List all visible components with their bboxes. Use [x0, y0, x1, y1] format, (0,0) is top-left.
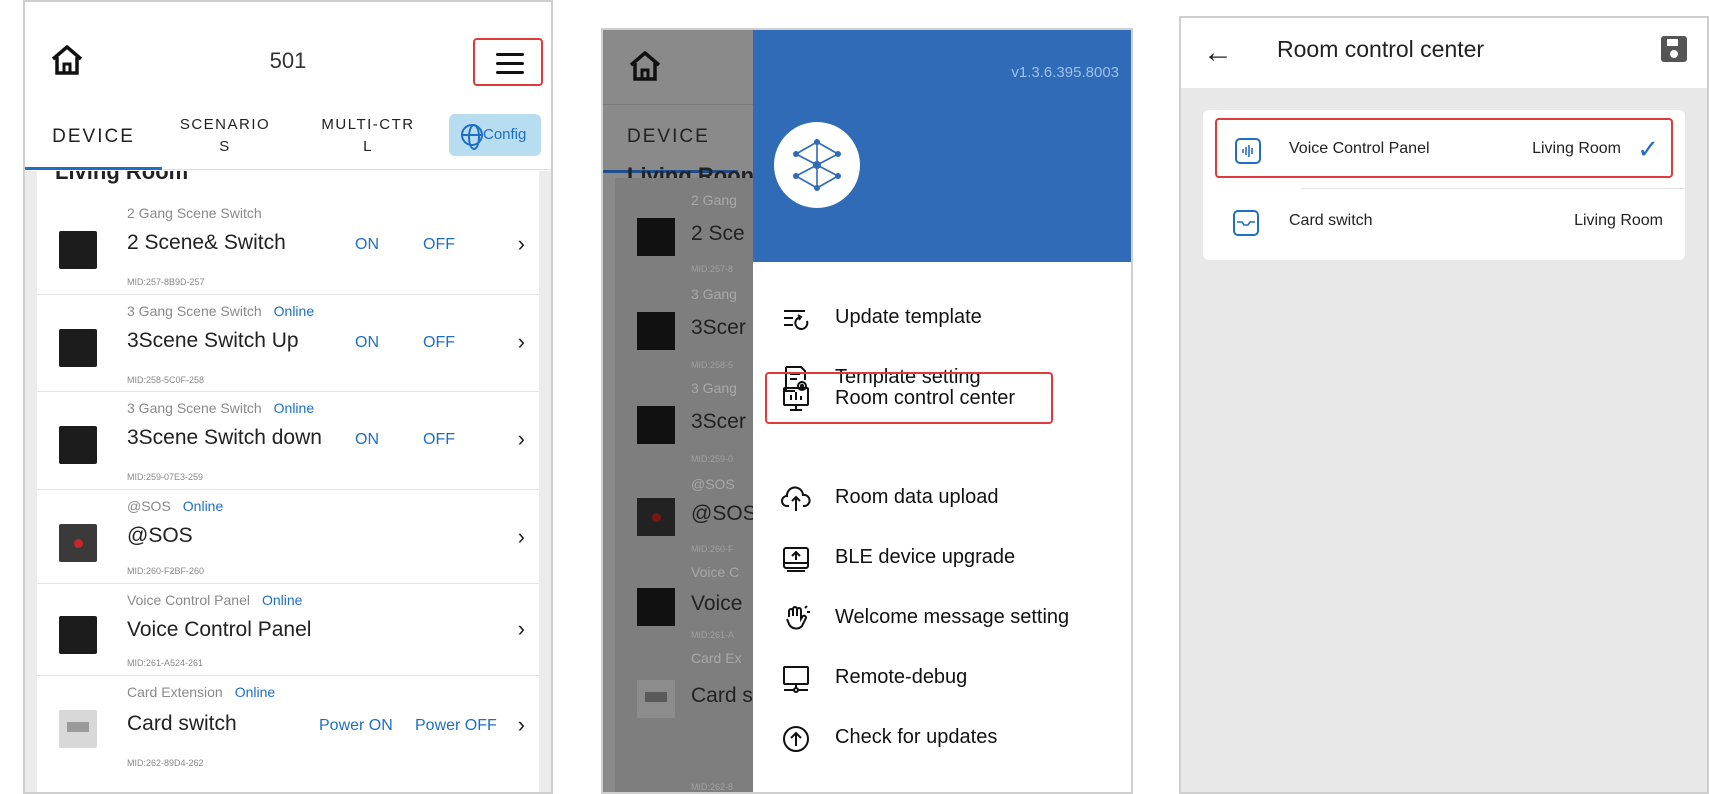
divider [1301, 188, 1685, 189]
menu-item-ble-device-upgrade[interactable]: BLE device upgrade [753, 528, 1131, 588]
menu-item-room-data-upload[interactable]: Room data upload [753, 468, 1131, 528]
app-logo [774, 122, 860, 208]
header: ← Room control center [1181, 18, 1707, 88]
chevron-right-icon[interactable]: › [518, 426, 525, 452]
online-status: Online [234, 684, 276, 700]
app-version: v1.3.6.395.8003 [1011, 64, 1119, 81]
welcome-hand-icon [786, 605, 810, 630]
device-name: Voice Control Panel [1289, 140, 1430, 157]
on-button[interactable]: ON [355, 236, 379, 254]
device-thumbnail [59, 426, 97, 464]
chevron-right-icon[interactable]: › [518, 329, 525, 355]
list-item-card-switch[interactable]: Card switch Living Room [1203, 190, 1685, 256]
save-icon[interactable] [1661, 36, 1687, 62]
device-row[interactable]: Card Extension Online Card switch MID:262… [37, 676, 539, 774]
page-title: Room control center [1277, 36, 1485, 62]
device-room-list: Voice Control Panel Living Room ✓ Card s… [1203, 110, 1685, 260]
room-control-icon [783, 387, 809, 411]
power-off-button[interactable]: Power OFF [415, 717, 497, 735]
on-button[interactable]: ON [355, 334, 379, 352]
online-status: Online [261, 592, 303, 608]
dimmed-background[interactable]: DEVICE Living Roon 2 Gang 2 Sce MID:257-… [603, 30, 757, 792]
room-control-center-screen: ← Room control center Voice Control Pane… [1179, 16, 1709, 794]
top-bar: 501 [25, 24, 551, 104]
device-row[interactable]: 3 Gang Scene Switch Online 3Scene Switch … [37, 392, 539, 490]
off-button[interactable]: OFF [423, 334, 455, 352]
menu-item-remote-debug[interactable]: Remote-debug [753, 648, 1131, 708]
voice-panel-icon [1235, 138, 1261, 164]
home-icon [629, 51, 661, 81]
menu-item-room-control-center[interactable]: Room control center [765, 372, 1053, 424]
card-switch-icon [1233, 210, 1259, 236]
network-logo-icon [793, 139, 841, 191]
tab-scenarios[interactable]: SCENARIO S [171, 104, 279, 170]
menu-button[interactable] [473, 38, 543, 86]
device-thumbnail [59, 710, 97, 748]
online-status: Online [273, 303, 315, 319]
device-thumbnail [59, 616, 97, 654]
device-list-screen: 501 DEVICE SCENARIO S MULTI-CTR L Config… [23, 0, 553, 794]
off-button[interactable]: OFF [423, 236, 455, 254]
room-name: Living Room [1574, 212, 1663, 229]
list-item-voice-control-panel[interactable]: Voice Control Panel Living Room ✓ [1215, 118, 1673, 178]
device-name: Card switch [1289, 212, 1373, 229]
off-button[interactable]: OFF [423, 431, 455, 449]
checkmark-icon: ✓ [1637, 134, 1659, 164]
device-thumbnail [59, 329, 97, 367]
back-arrow-icon[interactable]: ← [1203, 36, 1233, 70]
on-button[interactable]: ON [355, 431, 379, 449]
drawer-header: v1.3.6.395.8003 [753, 30, 1131, 262]
side-menu-screen: DEVICE Living Roon 2 Gang 2 Sce MID:257-… [601, 28, 1133, 794]
menu-item-welcome-message-setting[interactable]: Welcome message setting [753, 588, 1131, 648]
menu-item-update-template[interactable]: Update template [753, 288, 1131, 348]
section-header: Living Room [55, 171, 189, 184]
power-on-button[interactable]: Power ON [319, 717, 393, 735]
device-row[interactable]: 2 Gang Scene Switch 2 Scene& Switch MID:… [37, 199, 539, 295]
menu-item-check-for-updates[interactable]: Check for updates [753, 708, 1131, 768]
navigation-drawer: v1.3.6.395.8003 Update template Template… [753, 30, 1131, 792]
cloud-upload-icon [781, 486, 811, 511]
tab-device: DEVICE [627, 126, 710, 147]
tab-device[interactable]: DEVICE [25, 104, 162, 170]
globe-icon [461, 124, 483, 150]
device-thumbnail [59, 524, 97, 562]
remote-debug-icon [783, 666, 809, 693]
device-row[interactable]: Voice Control Panel Online Voice Control … [37, 584, 539, 676]
config-button[interactable]: Config [449, 114, 541, 156]
update-template-icon [784, 310, 809, 330]
check-updates-icon [783, 726, 809, 752]
device-row[interactable]: 3 Gang Scene Switch Online 3Scene Switch … [37, 295, 539, 392]
room-name: Living Room [1532, 140, 1621, 157]
online-status: Online [273, 400, 315, 416]
chevron-right-icon[interactable]: › [518, 524, 525, 550]
online-status: Online [182, 498, 224, 514]
tab-multi-ctrl[interactable]: MULTI-CTR L [313, 104, 423, 170]
chevron-right-icon[interactable]: › [518, 231, 525, 257]
chevron-right-icon[interactable]: › [518, 712, 525, 738]
chevron-right-icon[interactable]: › [518, 616, 525, 642]
device-thumbnail [59, 231, 97, 269]
tab-bar: DEVICE SCENARIO S MULTI-CTR L Config [25, 104, 551, 170]
device-row[interactable]: @SOS Online @SOS MID:260-F2BF-260 › [37, 490, 539, 584]
ble-upgrade-icon [783, 547, 809, 572]
device-list: Living Room 2 Gang Scene Switch 2 Scene&… [25, 171, 551, 792]
